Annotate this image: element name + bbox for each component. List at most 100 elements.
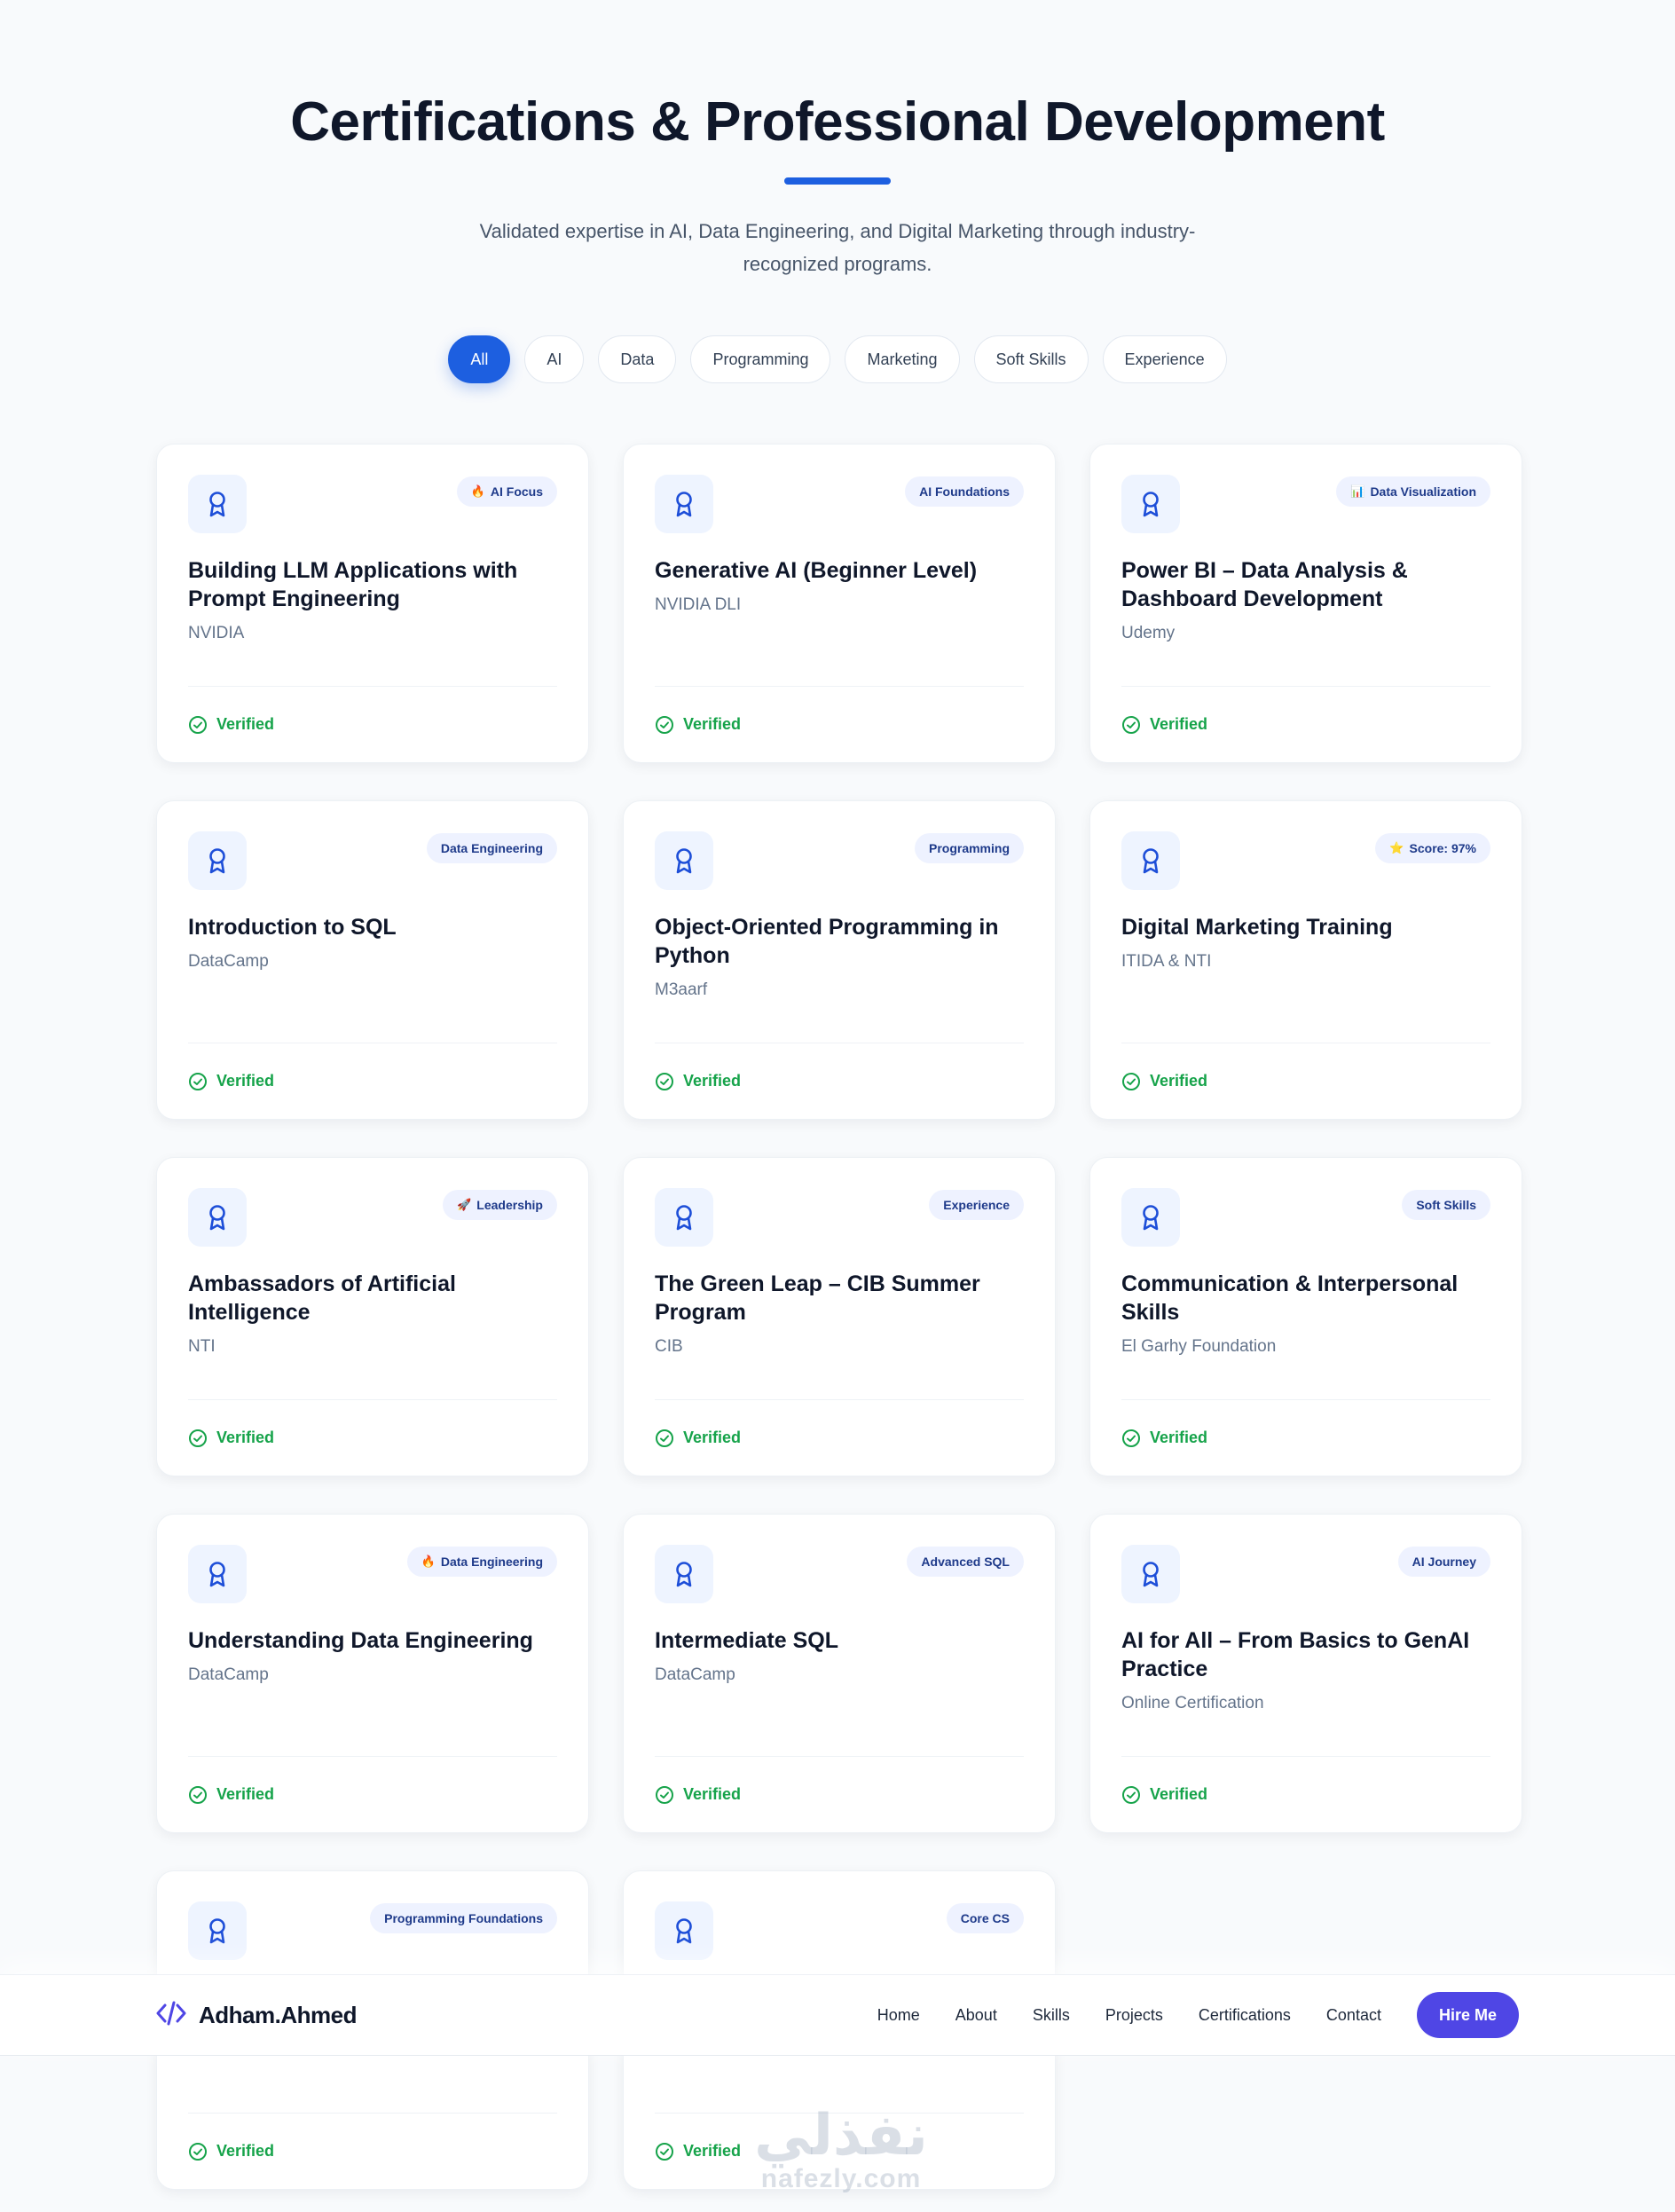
card-footer: Verified [655,1756,1024,1832]
card-footer: Verified [1121,1399,1490,1476]
card-issuer: DataCamp [655,1665,735,1684]
card-issuer: DataCamp [188,952,269,971]
nav-link-about[interactable]: About [955,2006,997,2025]
certification-card[interactable]: 🔥 Data Engineering Understanding Data Engi… [156,1514,589,1833]
tag-label: Data Engineering [440,1555,543,1569]
card-title: Intermediate SQL [655,1628,838,1653]
verified-label: Verified [683,2142,742,2160]
card-footer: Verified [188,686,557,762]
card-title: The Green Leap – CIB Summer Program [655,1271,980,1325]
award-ribbon-icon [1121,831,1180,890]
card-issuer: DataCamp [188,1665,269,1684]
tag-label: AI Journey [1412,1555,1476,1569]
tag-emoji-icon: 🔥 [470,484,485,498]
verified-label: Verified [683,1429,742,1446]
certification-card[interactable]: 🔥 AI Focus Building LLM Applications with … [156,444,589,763]
tag-label: Programming [928,841,1010,855]
nav-link-certifications[interactable]: Certifications [1199,2006,1291,2025]
category-tag: Core CS [946,1903,1024,1933]
verified-label: Verified [216,1785,275,1803]
certification-card[interactable]: 📊 Data Visualization Power BI – Data Analy… [1089,444,1522,763]
filter-all[interactable]: All [448,335,511,384]
card-title: Digital Marketing Training [1121,915,1393,940]
card-title: Communication & Interpersonal Skills [1121,1271,1459,1325]
filter-ai[interactable]: AI [524,335,585,384]
tag-label: Data Engineering [440,841,543,855]
verified-label: Verified [216,1429,275,1446]
check-circle-icon [188,1072,208,1091]
verified-label: Verified [216,1072,275,1090]
filter-bar: All AI Data Programming Marketing Soft Skills… [0,335,1675,384]
card-title: Generative AI (Beginner Level) [655,558,978,583]
nav-links: Home About Skills Projects Certifications Con… [877,2006,1381,2025]
card-title: Ambassadors of Artificial Intelligence [188,1271,456,1325]
category-tag: Programming [914,833,1024,863]
category-tag: 🔥 AI Focus [456,476,557,507]
award-ribbon-icon [655,1901,713,1960]
card-title: Building LLM Applications with Prompt En… [188,558,518,611]
page-title: Certifications & Professional Developmen… [290,91,1385,153]
check-circle-icon [188,1785,208,1805]
category-tag: Experience [929,1190,1024,1220]
tag-label: Advanced SQL [921,1555,1010,1569]
certification-card[interactable]: AI Foundations Generative AI (Beginner Le… [623,444,1056,763]
card-title: Introduction to SQL [188,915,397,940]
certification-card[interactable]: Advanced SQL Intermediate SQL DataCamp Veri… [623,1514,1056,1833]
card-footer: Verified [188,2113,557,2189]
nav-link-projects[interactable]: Projects [1105,2006,1163,2025]
award-ribbon-icon [1121,475,1180,533]
card-issuer: NTI [188,1337,216,1356]
nav-link-home[interactable]: Home [877,2006,920,2025]
tag-emoji-icon: 📊 [1350,484,1365,498]
award-ribbon-icon [655,1545,713,1603]
certification-card[interactable]: Data Engineering Introduction to SQL DataC… [156,800,589,1120]
nav-link-skills[interactable]: Skills [1033,2006,1070,2025]
certification-card[interactable]: 🚀 Leadership Ambassadors of Artificial Int… [156,1157,589,1476]
check-circle-icon [655,715,674,735]
tag-label: Programming Foundations [384,1911,543,1925]
check-circle-icon [655,1785,674,1805]
filter-programming[interactable]: Programming [690,335,831,384]
card-title: Object-Oriented Programming in Python [655,915,999,968]
card-footer: Verified [1121,686,1490,762]
tag-label: Leadership [476,1198,543,1212]
verified-label: Verified [683,1785,742,1803]
check-circle-icon [188,715,208,735]
check-circle-icon [1121,715,1141,735]
nav-link-contact[interactable]: Contact [1326,2006,1381,2025]
brand[interactable]: Adham.Ahmed [156,2000,357,2031]
tag-emoji-icon: 🚀 [457,1198,472,1211]
certifications-section: Certifications & Professional Developmen… [0,0,1675,2190]
check-circle-icon [655,2142,674,2161]
certification-card[interactable]: Programming Object-Oriented Programming i… [623,800,1056,1120]
card-footer: Verified [655,2113,1024,2189]
award-ribbon-icon [188,1901,247,1960]
filter-soft-skills[interactable]: Soft Skills [973,335,1089,384]
card-issuer: NVIDIA DLI [655,595,742,614]
certification-card[interactable]: AI Journey AI for All – From Basics to Ge… [1089,1514,1522,1833]
check-circle-icon [1121,1429,1141,1448]
check-circle-icon [188,1429,208,1448]
filter-data[interactable]: Data [598,335,677,384]
category-tag: 🔥 Data Engineering [406,1547,557,1577]
category-tag: Data Engineering [426,833,557,863]
card-issuer: Online Certification [1121,1694,1264,1712]
section-subtitle: Validated expertise in AI, Data Engineer… [479,220,1196,276]
verified-label: Verified [216,715,275,733]
category-tag: ⭐ Score: 97% [1375,833,1490,863]
hire-me-button[interactable]: Hire Me [1416,1992,1519,2038]
filter-experience[interactable]: Experience [1102,335,1227,384]
check-circle-icon [1121,1785,1141,1805]
verified-label: Verified [216,2142,275,2160]
filter-marketing[interactable]: Marketing [845,335,960,384]
award-ribbon-icon [188,475,247,533]
certification-card[interactable]: ⭐ Score: 97% Digital Marketing Training ITI… [1089,800,1522,1120]
card-issuer: NVIDIA [188,624,245,642]
tag-label: Score: 97% [1409,841,1476,855]
certification-card[interactable]: Soft Skills Communication & Interpersonal… [1089,1157,1522,1476]
card-footer: Verified [655,1043,1024,1119]
certification-card[interactable]: Experience The Green Leap – CIB Summer Pr… [623,1157,1056,1476]
card-title: Understanding Data Engineering [188,1628,533,1653]
check-circle-icon [655,1072,674,1091]
card-footer: Verified [188,1399,557,1476]
